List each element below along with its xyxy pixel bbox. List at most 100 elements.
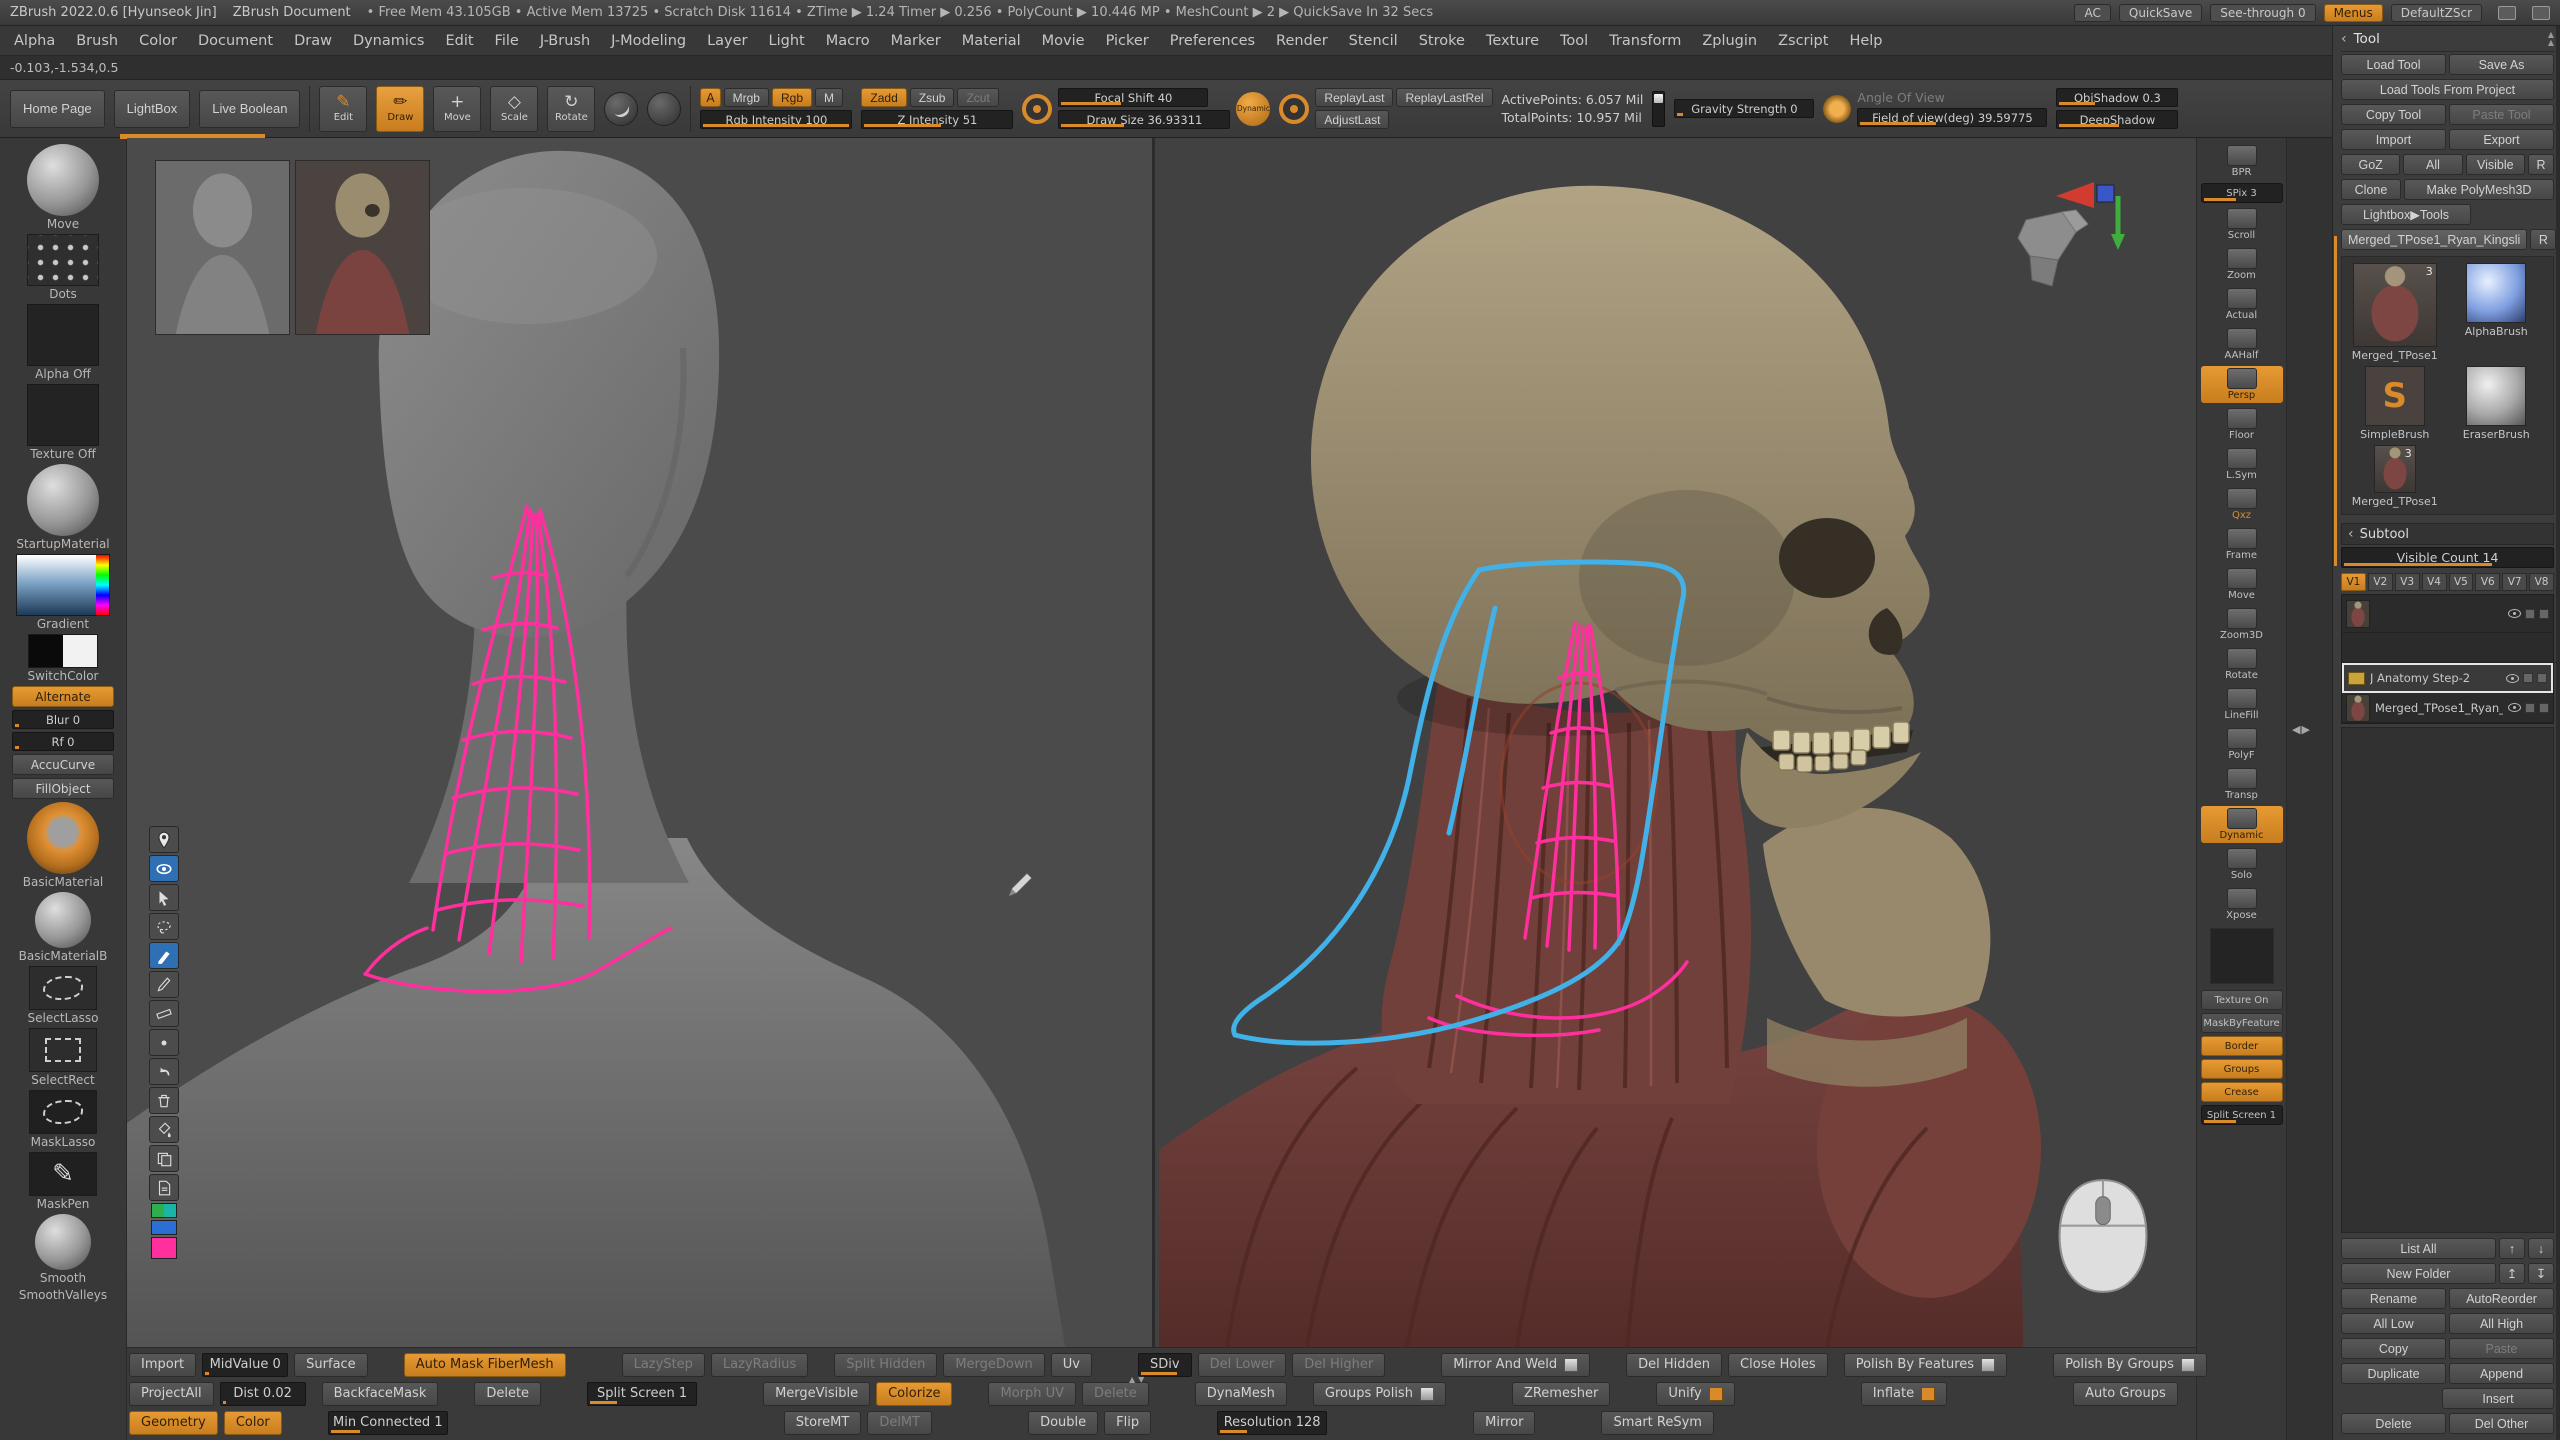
move-up-button[interactable]: ↑ <box>2499 1238 2525 1259</box>
move-down-button[interactable]: ↓ <box>2528 1238 2554 1259</box>
alpha-picker[interactable] <box>647 92 681 126</box>
sidebar-item[interactable]: BasicMaterial <box>23 802 104 889</box>
gravity-slider[interactable] <box>1652 91 1665 127</box>
shelf-item[interactable]: Zoom <box>2201 246 2283 283</box>
load-tools-from-project-button[interactable]: Load Tools From Project <box>2341 79 2554 100</box>
dynamic-draw-size-toggle[interactable]: Dynamic <box>1236 92 1270 126</box>
scale-button[interactable]: ◇ Scale <box>490 86 538 132</box>
bottom-button[interactable]: Surface <box>294 1353 368 1377</box>
goz-all-button[interactable]: All <box>2403 154 2462 175</box>
bottom-button[interactable]: Close Holes <box>1728 1353 1828 1377</box>
bottom-button[interactable]: LazyRadius <box>711 1353 808 1377</box>
bottom-button[interactable]: MidValue 0 <box>202 1353 288 1377</box>
bottom-button[interactable]: Delete <box>1082 1382 1149 1406</box>
shelf-item[interactable]: LineFill <box>2201 686 2283 723</box>
menu-item[interactable]: Alpha <box>14 33 55 49</box>
replay-last-rel-button[interactable]: ReplayLastRel <box>1396 88 1492 107</box>
copy-tool-button[interactable]: Copy Tool <box>2341 104 2446 125</box>
move-button[interactable]: + Move <box>433 86 481 132</box>
bottom-button[interactable]: ZRemesher <box>1512 1382 1610 1406</box>
shelf-item[interactable]: Rotate <box>2201 646 2283 683</box>
menu-item[interactable]: Render <box>1276 33 1328 49</box>
section-collapse-icon[interactable]: ‹ <box>2348 526 2354 542</box>
bottom-button[interactable]: Del Higher <box>1292 1353 1385 1377</box>
live-boolean-button[interactable]: Live Boolean <box>199 90 300 128</box>
color-swatch-blue[interactable] <box>151 1220 177 1235</box>
edit-button[interactable]: ✎ Edit <box>319 86 367 132</box>
lasso-icon[interactable] <box>149 913 179 940</box>
menu-item[interactable]: Preferences <box>1170 33 1255 49</box>
sidebar-item[interactable]: SmoothValleys <box>19 1288 107 1302</box>
paste-subtool-button[interactable]: Paste <box>2449 1338 2554 1359</box>
sidebar-item[interactable]: Blur 0 <box>12 710 114 729</box>
color-swatch-green[interactable] <box>151 1203 177 1218</box>
bottom-button[interactable]: Polish By Features <box>1844 1353 2007 1377</box>
field-of-view-slider[interactable]: Field of view(deg) 39.59775 <box>1857 108 2047 127</box>
bottom-button[interactable]: Morph UV <box>988 1382 1076 1406</box>
bottom-button[interactable]: Auto Groups <box>2073 1382 2178 1406</box>
menu-item[interactable]: Macro <box>826 33 870 49</box>
current-tool-button[interactable]: Merged_TPose1_Ryan_Kingsli <box>2341 229 2527 250</box>
bottom-button[interactable]: Double <box>1028 1411 1098 1435</box>
titlebar-chip[interactable]: QuickSave <box>2119 4 2202 22</box>
ruler-icon[interactable] <box>149 1000 179 1027</box>
menu-item[interactable]: Marker <box>891 33 941 49</box>
del-other-button[interactable]: Del Other <box>2449 1413 2554 1434</box>
bottom-button[interactable]: MergeVisible <box>763 1382 870 1406</box>
sidebar-item[interactable]: Rf 0 <box>12 732 114 751</box>
sidebar-item[interactable]: MaskPen <box>29 1152 97 1211</box>
menu-item[interactable]: Tool <box>1560 33 1588 49</box>
subtool-version-tab[interactable]: V7 <box>2502 573 2527 591</box>
shelf-item[interactable]: Crease <box>2201 1082 2283 1102</box>
shelf-item[interactable]: Xpose <box>2201 886 2283 923</box>
document-canvas[interactable] <box>127 138 2196 1347</box>
menu-item[interactable]: Light <box>769 33 805 49</box>
titlebar-chip[interactable]: DefaultZScr <box>2391 4 2482 22</box>
menu-item[interactable]: Zplugin <box>1702 33 1757 49</box>
menu-item[interactable]: Transform <box>1609 33 1681 49</box>
shelf-item[interactable]: Move <box>2201 566 2283 603</box>
sidebar-item[interactable]: AccuCurve <box>12 754 114 775</box>
tool-thumbnail[interactable]: AlphaBrush <box>2448 263 2546 362</box>
adjust-last-button[interactable]: AdjustLast <box>1315 110 1389 129</box>
subtool-version-tab[interactable]: V5 <box>2449 573 2474 591</box>
titlebar-chip[interactable]: See-through 0 <box>2210 4 2315 22</box>
menu-item[interactable]: Material <box>962 33 1021 49</box>
bottom-button[interactable]: Del Lower <box>1198 1353 1287 1377</box>
focal-shift-slider[interactable]: Focal Shift 40 <box>1058 88 1208 107</box>
deep-shadow-slider[interactable]: DeepShadow <box>2056 110 2178 129</box>
sidebar-item[interactable]: Alternate <box>12 686 114 707</box>
list-all-button[interactable]: List All <box>2341 1238 2496 1259</box>
shelf-item[interactable]: L.Sym <box>2201 446 2283 483</box>
new-folder-button[interactable]: New Folder <box>2341 1263 2496 1284</box>
insert-button[interactable]: Insert <box>2442 1388 2554 1409</box>
bottom-button[interactable]: Mirror <box>1473 1411 1535 1435</box>
bottom-button[interactable]: Polish By Groups <box>2053 1353 2207 1377</box>
axis-gizmo[interactable] <box>1998 164 2138 318</box>
rgb-intensity-slider[interactable]: Rgb Intensity 100 <box>700 110 852 129</box>
draw-button[interactable]: ✏ Draw <box>376 86 424 132</box>
menu-item[interactable]: Stencil <box>1349 33 1398 49</box>
subtool-row[interactable] <box>2342 595 2553 633</box>
lightbox-tools-button[interactable]: Lightbox▶Tools <box>2341 204 2471 225</box>
eye-icon[interactable] <box>149 855 179 882</box>
tool-thumbnail[interactable]: 3 Merged_TPose1 <box>2346 445 2444 508</box>
rotate-button[interactable]: ↻ Rotate <box>547 86 595 132</box>
goz-button[interactable]: GoZ <box>2341 154 2400 175</box>
tray-collapse-arrows[interactable]: ◀▶ <box>2292 723 2311 736</box>
sidebar-item[interactable]: SelectRect <box>29 1028 97 1087</box>
bottom-button[interactable]: Smart ReSym <box>1601 1411 1714 1435</box>
menu-item[interactable]: Help <box>1849 33 1882 49</box>
duplicate-button[interactable]: Duplicate <box>2341 1363 2446 1384</box>
bottom-button[interactable]: SDiv <box>1138 1353 1192 1377</box>
shelf-item[interactable]: Floor <box>2201 406 2283 443</box>
subtool-version-tab[interactable]: V2 <box>2368 573 2393 591</box>
goz-visible-button[interactable]: Visible <box>2466 154 2525 175</box>
sidebar-item[interactable]: FillObject <box>12 778 114 799</box>
visible-count-slider[interactable]: Visible Count 14 <box>2341 547 2554 568</box>
shelf-item[interactable]: Persp <box>2201 366 2283 403</box>
gravity-strength-slider[interactable]: Gravity Strength 0 <box>1674 99 1814 118</box>
zadd-button[interactable]: Zadd <box>861 88 906 107</box>
stroke-picker[interactable] <box>604 92 638 126</box>
load-tool-button[interactable]: Load Tool <box>2341 54 2446 75</box>
